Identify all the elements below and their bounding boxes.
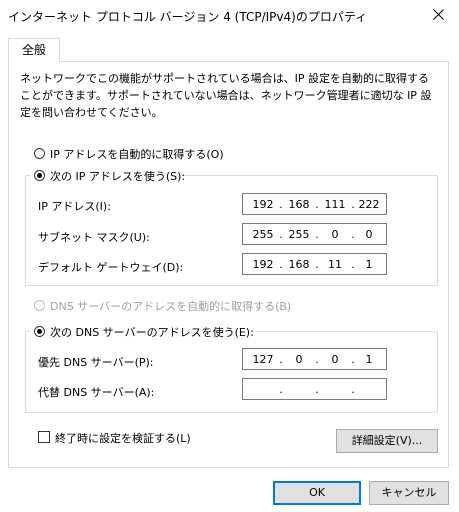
advanced-button-label: 詳細設定(V)... bbox=[351, 434, 423, 447]
close-button[interactable] bbox=[419, 0, 459, 30]
cancel-button-label: キャンセル bbox=[381, 486, 437, 499]
preferred-dns-label: 優先 DNS サーバー(P): bbox=[38, 356, 154, 369]
validate-on-exit-checkbox[interactable] bbox=[38, 431, 50, 443]
cancel-button[interactable]: キャンセル bbox=[369, 481, 449, 505]
dns-manual-radio[interactable] bbox=[34, 326, 45, 337]
ip-auto-radio[interactable] bbox=[34, 148, 45, 159]
title-bar: インターネット プロトコル バージョン 4 (TCP/IPv4)のプロパティ bbox=[0, 0, 459, 30]
validate-on-exit-label[interactable]: 終了時に設定を検証する(L) bbox=[55, 430, 191, 446]
preferred-dns-input[interactable]: 127 . 0 . 0 . 1 bbox=[242, 348, 387, 370]
tab-general[interactable]: 全般 bbox=[8, 38, 60, 62]
advanced-button[interactable]: 詳細設定(V)... bbox=[336, 429, 438, 453]
ip-address-input[interactable]: 192 . 168 . 111 . 222 bbox=[242, 193, 387, 215]
default-gateway-label: デフォルト ゲートウェイ(D): bbox=[38, 261, 184, 274]
ok-button[interactable]: OK bbox=[273, 481, 361, 505]
dns-auto-label[interactable]: DNS サーバーのアドレスを自動的に取得する(B) bbox=[50, 298, 291, 314]
ok-button-label: OK bbox=[309, 486, 325, 499]
ip-manual-label[interactable]: 次の IP アドレスを使う(S): bbox=[50, 168, 185, 184]
close-icon bbox=[433, 9, 444, 20]
general-panel: ネットワークでこの機能がサポートされている場合は、IP 設定を自動的に取得するこ… bbox=[8, 61, 449, 468]
description-text: ネットワークでこの機能がサポートされている場合は、IP 設定を自動的に取得するこ… bbox=[20, 72, 432, 119]
tab-general-label: 全般 bbox=[21, 43, 46, 57]
dns-auto-radio[interactable] bbox=[34, 300, 45, 311]
window-title: インターネット プロトコル バージョン 4 (TCP/IPv4)のプロパティ bbox=[8, 10, 368, 24]
subnet-mask-input[interactable]: 255 . 255 . 0 . 0 bbox=[242, 223, 387, 245]
ip-auto-label[interactable]: IP アドレスを自動的に取得する(O) bbox=[50, 146, 224, 162]
subnet-mask-label: サブネット マスク(U): bbox=[38, 231, 150, 244]
ip-address-label: IP アドレス(I): bbox=[38, 200, 111, 213]
dns-manual-label[interactable]: 次の DNS サーバーのアドレスを使う(E): bbox=[50, 324, 254, 340]
dns-manual-group bbox=[25, 331, 438, 413]
alternate-dns-label: 代替 DNS サーバー(A): bbox=[38, 386, 155, 399]
ip-manual-radio[interactable] bbox=[34, 170, 45, 181]
default-gateway-input[interactable]: 192 . 168 . 11 . 1 bbox=[242, 253, 387, 275]
alternate-dns-input[interactable]: . . . bbox=[242, 378, 387, 400]
